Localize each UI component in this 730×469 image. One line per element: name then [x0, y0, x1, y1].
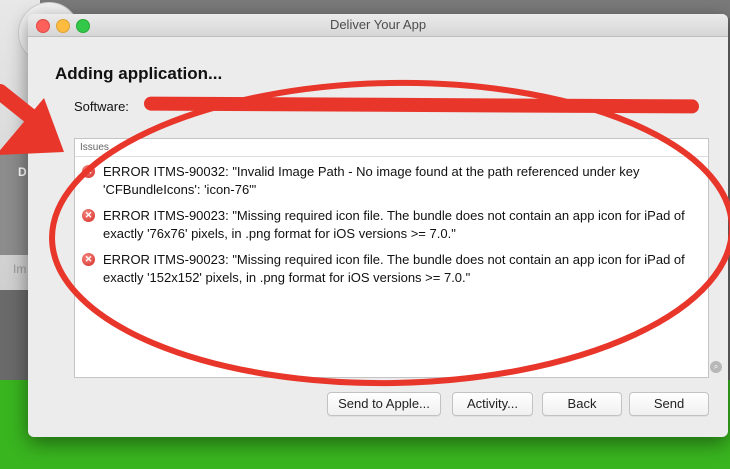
magnifier-icon[interactable]: ⌕ — [710, 361, 722, 373]
issues-header: Issues — [80, 142, 109, 153]
activity-button[interactable]: Activity... — [452, 392, 533, 416]
error-icon: ✕ — [82, 209, 95, 222]
send-button[interactable]: Send — [629, 392, 709, 416]
back-button[interactable]: Back — [542, 392, 622, 416]
error-icon: ✕ — [82, 253, 95, 266]
issues-list[interactable]: Issues ✕ ERROR ITMS-90032: "Invalid Imag… — [74, 138, 709, 378]
issue-text: ERROR ITMS-90023: "Missing required icon… — [103, 208, 685, 241]
background-letter: D — [18, 165, 27, 179]
issues-divider — [75, 156, 708, 157]
window-title: Deliver Your App — [329, 17, 427, 32]
issue-text: ERROR ITMS-90023: "Missing required icon… — [103, 252, 685, 285]
send-to-apple-button[interactable]: Send to Apple... — [327, 392, 441, 416]
background-text: Im — [13, 262, 27, 276]
deliver-app-window: Deliver Your App Adding application... S… — [28, 14, 728, 437]
software-label: Software: — [74, 99, 129, 114]
title-bar: Deliver Your App — [28, 14, 728, 37]
page-title: Adding application... — [55, 64, 223, 83]
issue-text: ERROR ITMS-90032: "Invalid Image Path - … — [103, 164, 640, 197]
error-icon: ✕ — [82, 165, 95, 178]
software-redaction-scribble — [143, 96, 700, 114]
